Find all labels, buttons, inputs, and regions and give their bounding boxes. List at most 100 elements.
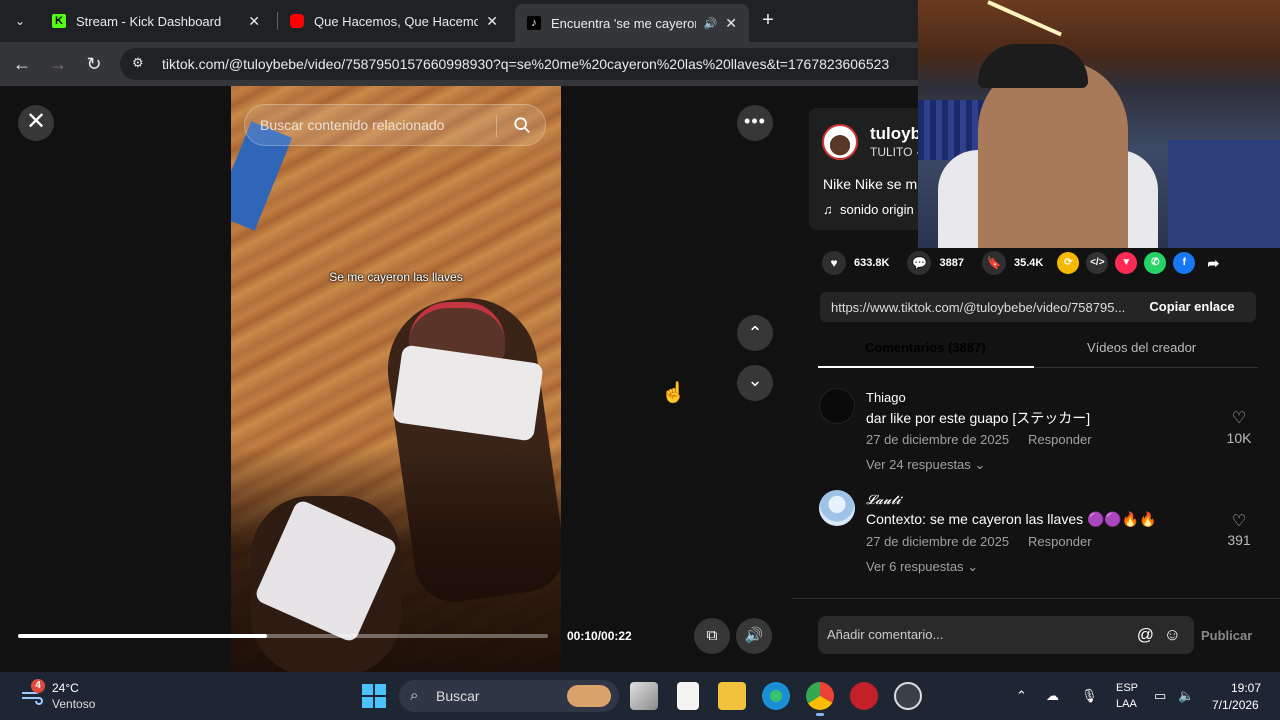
- comment-icon[interactable]: 💬: [907, 251, 932, 275]
- heart-icon[interactable]: ♥: [822, 251, 846, 275]
- temperature[interactable]: 24°C: [52, 681, 79, 695]
- clock-time[interactable]: 19:07: [1231, 681, 1261, 695]
- video-progress-bar[interactable]: [18, 634, 548, 638]
- chevron-up-icon[interactable]: ⌃: [1016, 688, 1027, 704]
- video-frame[interactable]: Se me cayeron las llaves: [231, 86, 561, 672]
- author-avatar[interactable]: [822, 124, 858, 160]
- mention-icon[interactable]: @: [1137, 616, 1154, 654]
- mouse-cursor-icon: ☝: [661, 382, 686, 404]
- share-arrow-icon[interactable]: ➦: [1202, 252, 1224, 274]
- related-search-input[interactable]: Buscar contenido relacionado: [244, 104, 546, 146]
- volume-button[interactable]: 🔊: [736, 618, 772, 654]
- tiktok-icon: ♪: [527, 16, 541, 30]
- save-count: 35.4K: [1013, 257, 1044, 269]
- microphone-icon[interactable]: 🎙: [1081, 688, 1098, 704]
- tab-kick-dashboard[interactable]: K Stream - Kick Dashboard ✕: [40, 6, 272, 36]
- music-note-icon: ♫: [823, 202, 833, 217]
- tab-title: Encuentra 'se me cayeron la: [551, 15, 696, 31]
- author-username[interactable]: tuloyb: [870, 124, 921, 144]
- back-arrow-icon[interactable]: ←: [10, 52, 34, 76]
- volume-icon[interactable]: 🔈: [1178, 688, 1194, 704]
- tab-title: Stream - Kick Dashboard: [76, 13, 222, 29]
- close-tab-icon[interactable]: ✕: [248, 13, 260, 30]
- avatar[interactable]: [819, 490, 855, 526]
- search-divider: [496, 115, 497, 137]
- comment-like-count: 10K: [1226, 430, 1252, 446]
- weather-badge: 4: [31, 679, 45, 693]
- tab-comments[interactable]: Comentarios (3887): [865, 340, 986, 355]
- emoji-icon[interactable]: ☺: [1164, 616, 1181, 654]
- more-options-button[interactable]: •••: [737, 105, 773, 141]
- embed-icon[interactable]: </>: [1086, 252, 1109, 274]
- start-windows-icon[interactable]: [362, 684, 386, 708]
- network-icon[interactable]: ▭: [1154, 688, 1166, 704]
- tab-title: Que Hacemos, Que Hacemos -: [314, 13, 479, 29]
- action-bar: ♥ 633.8K 💬 3887 🔖 35.4K ⟳ </> ▼ ✆ f ➦: [822, 248, 1231, 278]
- comment-username[interactable]: 𝓛𝓪𝓾𝓽𝓲: [866, 492, 901, 508]
- webcam-overlay: [918, 0, 1280, 248]
- progress-fill: [18, 634, 268, 638]
- reload-icon[interactable]: ↻: [82, 52, 106, 76]
- app-red-icon[interactable]: [850, 682, 878, 710]
- notepad-icon[interactable]: [677, 682, 699, 710]
- sound-label: sonido origin: [839, 202, 914, 217]
- comment-input[interactable]: Añadir comentario... @ ☺: [818, 616, 1194, 654]
- reply-button[interactable]: Responder: [1028, 432, 1092, 447]
- tab-creator-videos[interactable]: Vídeos del creador: [1087, 340, 1196, 355]
- heart-outline-icon[interactable]: ♡: [1224, 511, 1254, 531]
- active-tab-indicator: [818, 366, 1034, 368]
- next-video-button[interactable]: ⌄: [737, 365, 773, 401]
- streamer-face: [978, 60, 1128, 248]
- forward-arrow-icon[interactable]: →: [46, 52, 70, 76]
- heart-outline-icon[interactable]: ♡: [1224, 408, 1254, 428]
- close-tab-icon[interactable]: ✕: [486, 13, 498, 30]
- avatar[interactable]: [819, 388, 855, 424]
- chevron-down-icon: ⌄: [967, 559, 979, 574]
- search-icon[interactable]: [513, 116, 531, 134]
- task-view-icon[interactable]: [630, 682, 658, 710]
- comment-like-count: 391: [1227, 532, 1251, 548]
- like-count: 633.8K: [854, 257, 890, 269]
- send-icon[interactable]: ▼: [1115, 252, 1138, 274]
- reply-button[interactable]: Responder: [1028, 534, 1092, 549]
- copy-link-button[interactable]: Copiar enlace: [1128, 292, 1256, 322]
- view-replies-button[interactable]: Ver 24 respuestas ⌄: [866, 457, 985, 473]
- video-description: Nike Nike se m: [823, 176, 918, 192]
- close-tab-icon[interactable]: ✕: [725, 15, 737, 32]
- comment-text: dar like por este guapo [ステッカー]: [866, 410, 1091, 426]
- video-caption: Se me cayeron las llaves: [329, 270, 463, 284]
- cloud-icon[interactable]: ☁: [1046, 688, 1059, 704]
- obs-icon[interactable]: [894, 682, 922, 710]
- tab-search-chevron-icon[interactable]: ⌄: [8, 9, 32, 33]
- video-time: 00:10/00:22: [567, 629, 632, 643]
- tab-tiktok[interactable]: ♪ Encuentra 'se me cayeron la 🔊 ✕: [515, 4, 749, 42]
- view-replies-button[interactable]: Ver 6 respuestas ⌄: [866, 559, 978, 575]
- tab-youtube[interactable]: Que Hacemos, Que Hacemos - ✕: [278, 6, 510, 36]
- comment-count: 3887: [939, 257, 964, 269]
- language-code[interactable]: ESP: [1116, 682, 1138, 694]
- sound-link[interactable]: ♫ sonido origin: [823, 202, 914, 217]
- publish-button[interactable]: Publicar: [1201, 628, 1252, 643]
- previous-video-button[interactable]: ⌃: [737, 315, 773, 351]
- share-link-url: https://www.tiktok.com/@tuloybebe/video/…: [831, 299, 1126, 315]
- facebook-icon[interactable]: f: [1173, 252, 1196, 274]
- close-video-button[interactable]: ✕: [18, 105, 54, 141]
- new-tab-button[interactable]: +: [756, 8, 780, 32]
- bookmark-icon[interactable]: 🔖: [981, 251, 1006, 275]
- site-settings-icon[interactable]: ⚙: [132, 55, 150, 73]
- taskbar-search-label: Buscar: [436, 688, 480, 704]
- audio-playing-icon[interactable]: 🔊: [704, 17, 718, 30]
- file-explorer-icon[interactable]: [718, 682, 746, 710]
- repost-icon[interactable]: ⟳: [1057, 252, 1080, 274]
- share-link-box: https://www.tiktok.com/@tuloybebe/video/…: [820, 292, 1256, 322]
- windows-taskbar: 4 24°C Ventoso ⌕ Buscar ⌃ ☁ 🎙 ESP LAA ▭ …: [0, 672, 1280, 720]
- comment-username[interactable]: Thiago: [866, 390, 906, 405]
- floating-player-button[interactable]: ⧉: [694, 618, 730, 654]
- taskbar-search[interactable]: ⌕ Buscar: [399, 680, 619, 712]
- whatsapp-icon[interactable]: ✆: [1144, 252, 1167, 274]
- search-highlight-image: [567, 685, 611, 707]
- streamer-cap: [978, 44, 1088, 88]
- edge-icon[interactable]: [762, 682, 790, 710]
- youtube-icon: [290, 14, 304, 28]
- chrome-icon[interactable]: [806, 682, 834, 716]
